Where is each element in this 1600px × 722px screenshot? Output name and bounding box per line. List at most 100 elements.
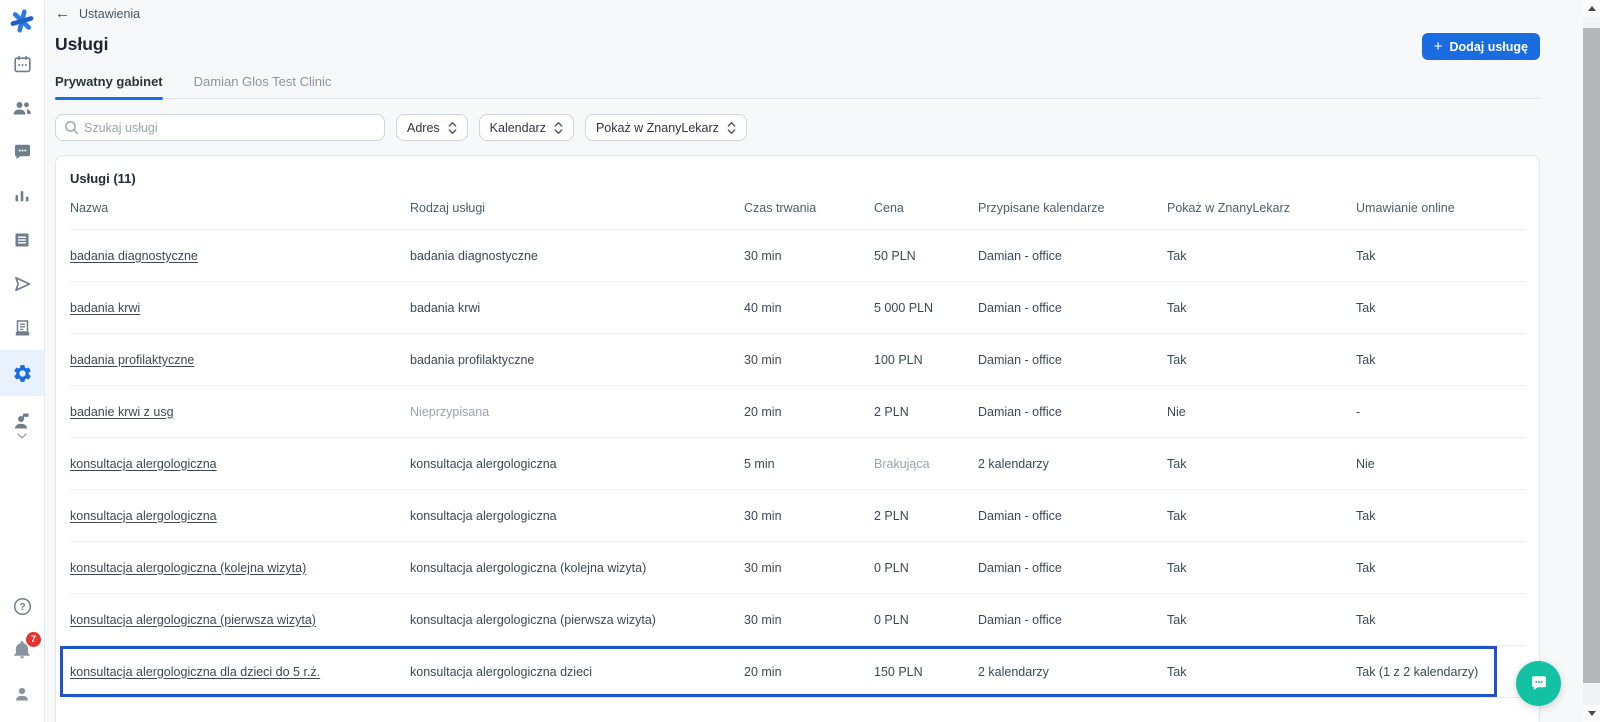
cell-visible-znanylekarz: Tak <box>1167 248 1187 263</box>
sidebar-item-billing[interactable] <box>0 306 44 350</box>
tab-damian-glos-test-clinic[interactable]: Damian Glos Test Clinic <box>194 74 332 98</box>
cell-service-type: konsultacja alergologiczna (pierwsza wiz… <box>410 612 656 627</box>
sidebar-item-specialists[interactable] <box>0 396 44 454</box>
table-row[interactable]: konsultacja alergologiczna konsultacja a… <box>70 490 1525 542</box>
table-row[interactable]: konsultacja alergologiczna (kolejna wizy… <box>70 542 1525 594</box>
chat-widget[interactable] <box>1516 661 1561 706</box>
service-name-link[interactable]: badania profilaktyczne <box>70 353 194 367</box>
service-name-link[interactable]: konsultacja alergologiczna <box>70 509 217 523</box>
cell-duration: 40 min <box>744 300 782 315</box>
cell-calendars: 2 kalendarzy <box>978 664 1049 679</box>
cell-visible-znanylekarz: Nie <box>1167 404 1186 419</box>
cell-service-type: Nieprzypisana <box>410 404 490 419</box>
page-title: Usługi <box>55 34 109 54</box>
breadcrumb[interactable]: ← Ustawienia <box>55 6 141 21</box>
sort-arrows-icon <box>554 121 563 135</box>
filter-adres-label: Adres <box>407 120 440 135</box>
services-card: Usługi (11) Nazwa Rodzaj usługi Czas trw… <box>55 155 1540 722</box>
sidebar-item-settings[interactable] <box>0 350 44 396</box>
sidebar-item-help[interactable]: ? <box>0 584 44 628</box>
sidebar-item-calendar[interactable] <box>0 42 44 86</box>
cell-online-booking: Tak <box>1356 300 1376 315</box>
service-name-link[interactable]: konsultacja alergologiczna (pierwsza wiz… <box>70 613 316 627</box>
cell-service-type: konsultacja alergologiczna (kolejna wizy… <box>410 560 647 575</box>
sidebar-item-notifications[interactable]: 7 <box>0 628 44 672</box>
service-name-link[interactable]: badanie krwi z usg <box>70 405 174 419</box>
cell-service-type: konsultacja alergologiczna dzieci <box>410 664 593 679</box>
plus-icon: + <box>1433 37 1443 55</box>
sidebar-item-patients[interactable] <box>0 86 44 130</box>
filter-pokaz-w-znanylekarz[interactable]: Pokaż w ZnanyLekarz <box>584 114 747 141</box>
chat-bubble-icon <box>1529 675 1549 693</box>
sidebar-bottom: ? 7 <box>0 584 44 722</box>
card-title: Usługi (11) <box>70 171 136 186</box>
sidebar-item-statistics[interactable] <box>0 174 44 218</box>
filter-kalendarz[interactable]: Kalendarz <box>478 114 574 141</box>
user-icon <box>13 685 31 703</box>
service-name-link[interactable]: konsultacja alergologiczna <box>70 457 217 471</box>
znanylekarz-logo-icon <box>9 8 35 34</box>
service-name-link[interactable]: konsultacja alergologiczna dla dzieci do… <box>70 665 320 679</box>
specialist-icon <box>12 412 32 431</box>
cell-service-type: badania krwi <box>410 300 481 315</box>
cell-calendars: Damian - office <box>978 300 1062 315</box>
sidebar-item-account[interactable] <box>0 672 44 716</box>
cell-duration: 20 min <box>744 404 782 419</box>
scroll-down-arrow-icon[interactable] <box>1583 705 1600 722</box>
cell-online-booking: Tak <box>1356 612 1376 627</box>
chat-icon <box>13 143 32 161</box>
table-row[interactable]: badania diagnostyczne badania diagnostyc… <box>70 230 1525 282</box>
cell-visible-znanylekarz: Tak <box>1167 508 1187 523</box>
service-name-link[interactable]: konsultacja alergologiczna (kolejna wizy… <box>70 561 306 575</box>
sidebar-item-messages[interactable] <box>0 130 44 174</box>
add-service-button[interactable]: + Dodaj usługę <box>1421 33 1540 60</box>
search-box <box>55 114 385 141</box>
search-input[interactable] <box>55 114 385 141</box>
breadcrumb-label: Ustawienia <box>79 7 141 21</box>
tab-prywatny-gabinet[interactable]: Prywatny gabinet <box>55 74 163 100</box>
service-name-link[interactable]: badania krwi <box>70 301 140 315</box>
sidebar-item-send[interactable] <box>0 262 44 306</box>
cell-online-booking: Tak <box>1356 508 1376 523</box>
cell-service-type: konsultacja alergologiczna <box>410 456 557 471</box>
chevron-down-icon <box>17 432 27 439</box>
table-row[interactable]: badania profilaktyczne badania profilakt… <box>70 334 1525 386</box>
sort-arrows-icon <box>448 121 457 135</box>
cell-calendars: Damian - office <box>978 560 1062 575</box>
filters-bar: Adres Kalendarz Pokaż w ZnanyLekarz <box>55 114 1583 141</box>
cell-online-booking: - <box>1356 404 1361 419</box>
table-row[interactable]: konsultacja alergologiczna (pierwsza wiz… <box>70 594 1525 646</box>
table-header: Nazwa Rodzaj usługi Czas trwania Cena Pr… <box>70 186 1525 230</box>
cell-price: 0 PLN <box>874 560 909 575</box>
scroll-up-arrow-icon[interactable] <box>1583 0 1600 17</box>
app-logo[interactable] <box>0 0 44 42</box>
scrollbar-thumb[interactable] <box>1583 28 1600 683</box>
app-window: ? 7 ← Ustawienia Usługi + Dodaj usługę P… <box>0 0 1600 722</box>
cell-visible-znanylekarz: Tak <box>1167 456 1187 471</box>
cell-duration: 30 min <box>744 352 782 367</box>
filter-adres[interactable]: Adres <box>396 114 468 141</box>
vertical-scrollbar[interactable] <box>1583 0 1600 722</box>
cell-calendars: Damian - office <box>978 612 1062 627</box>
cell-duration: 5 min <box>744 456 775 471</box>
cell-online-booking: Tak <box>1356 560 1376 575</box>
cell-calendars: Damian - office <box>978 404 1062 419</box>
list-icon <box>13 231 31 249</box>
service-name-link[interactable]: badania diagnostyczne <box>70 249 198 263</box>
column-header-kalendarze: Przypisane kalendarze <box>978 200 1105 215</box>
tabs: Prywatny gabinet Damian Glos Test Clinic <box>55 74 1540 100</box>
table-row[interactable]: badania krwi badania krwi 40 min 5 000 P… <box>70 282 1525 334</box>
table-row[interactable]: konsultacja alergologiczna konsultacja a… <box>70 438 1525 490</box>
cell-price: 0 PLN <box>874 612 909 627</box>
sort-arrows-icon <box>727 121 736 135</box>
cell-visible-znanylekarz: Tak <box>1167 300 1187 315</box>
cell-duration: 30 min <box>744 508 782 523</box>
cell-online-booking: Tak (1 z 2 kalendarzy) <box>1356 664 1479 679</box>
cell-calendars: Damian - office <box>978 352 1062 367</box>
sidebar-item-campaigns[interactable] <box>0 218 44 262</box>
table-row[interactable]: badanie krwi z usg Nieprzypisana 20 min … <box>70 386 1525 438</box>
cell-duration: 30 min <box>744 248 782 263</box>
cell-service-type: konsultacja alergologiczna <box>410 508 557 523</box>
cell-price: 2 PLN <box>874 404 909 419</box>
table-row[interactable]: konsultacja alergologiczna dla dzieci do… <box>60 646 1525 698</box>
